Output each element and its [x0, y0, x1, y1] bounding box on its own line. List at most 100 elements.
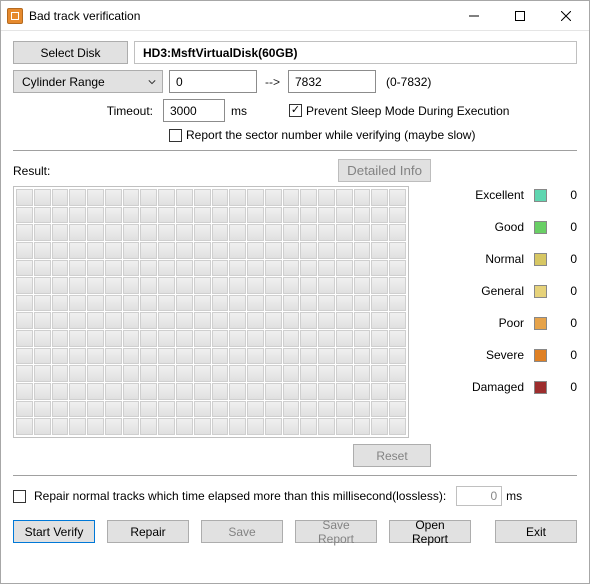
grid-cell [176, 330, 193, 347]
grid-cell [247, 224, 264, 241]
app-icon [7, 8, 23, 24]
grid-cell [389, 260, 406, 277]
save-button[interactable]: Save [201, 520, 283, 543]
grid-cell [336, 207, 353, 224]
grid-cell [354, 207, 371, 224]
grid-cell [300, 365, 317, 382]
detailed-info-button[interactable]: Detailed Info [338, 159, 431, 182]
grid-cell [212, 401, 229, 418]
grid-cell [194, 207, 211, 224]
grid-cell [300, 277, 317, 294]
grid-cell [354, 418, 371, 435]
prevent-sleep-checkbox[interactable] [289, 104, 302, 117]
grid-cell [283, 189, 300, 206]
grid-cell [176, 348, 193, 365]
grid-cell [247, 418, 264, 435]
minimize-button[interactable] [451, 1, 497, 30]
grid-cell [318, 312, 335, 329]
report-sector-checkbox[interactable] [169, 129, 182, 142]
grid-cell [69, 207, 86, 224]
close-button[interactable] [543, 1, 589, 30]
grid-cell [16, 260, 33, 277]
repair-threshold-row[interactable]: Repair normal tracks which time elapsed … [13, 486, 577, 506]
window: Bad track verification Select Disk HD3:M… [0, 0, 590, 584]
grid-cell [371, 365, 388, 382]
legend-swatch [534, 285, 547, 298]
grid-cell [229, 295, 246, 312]
grid-cell [389, 330, 406, 347]
repair-button[interactable]: Repair [107, 520, 189, 543]
grid-cell [318, 260, 335, 277]
grid-cell [69, 295, 86, 312]
start-verify-button[interactable]: Start Verify [13, 520, 95, 543]
repair-threshold-checkbox[interactable] [13, 490, 26, 503]
grid-cell [16, 207, 33, 224]
grid-cell [300, 383, 317, 400]
grid-cell [16, 242, 33, 259]
grid-cell [212, 207, 229, 224]
maximize-button[interactable] [497, 1, 543, 30]
grid-cell [247, 207, 264, 224]
grid-cell [371, 418, 388, 435]
grid-cell [34, 312, 51, 329]
legend-row: General0 [433, 284, 577, 298]
grid-cell [140, 242, 157, 259]
grid-cell [16, 189, 33, 206]
grid-cell [247, 348, 264, 365]
grid-cell [140, 330, 157, 347]
grid-cell [318, 365, 335, 382]
grid-cell [371, 348, 388, 365]
close-icon [561, 11, 571, 21]
grid-cell [265, 207, 282, 224]
range-mode-dropdown[interactable]: Cylinder Range [13, 70, 163, 93]
grid-cell [123, 383, 140, 400]
grid-cell [371, 224, 388, 241]
range-from-input[interactable] [169, 70, 257, 93]
grid-cell [69, 418, 86, 435]
grid-cell [158, 312, 175, 329]
grid-cell [300, 224, 317, 241]
grid-cell [176, 312, 193, 329]
prevent-sleep-row[interactable]: Prevent Sleep Mode During Execution [289, 104, 509, 118]
repair-threshold-value[interactable]: 0 [456, 486, 502, 506]
legend-name: Poor [499, 316, 524, 330]
grid-cell [34, 189, 51, 206]
grid-cell [105, 312, 122, 329]
grid-cell [336, 418, 353, 435]
grid-cell [212, 383, 229, 400]
report-sector-row[interactable]: Report the sector number while verifying… [169, 128, 475, 142]
grid-cell [389, 207, 406, 224]
legend-count: 0 [557, 284, 577, 298]
grid-cell [212, 348, 229, 365]
grid-cell [247, 401, 264, 418]
grid-cell [318, 295, 335, 312]
grid-cell [34, 401, 51, 418]
grid-cell [318, 277, 335, 294]
grid-cell [283, 295, 300, 312]
save-report-button[interactable]: Save Report [295, 520, 377, 543]
grid-cell [336, 224, 353, 241]
open-report-button[interactable]: Open Report [389, 520, 471, 543]
legend-row: Poor0 [433, 316, 577, 330]
grid-cell [140, 418, 157, 435]
grid-cell [371, 312, 388, 329]
range-to-input[interactable] [288, 70, 376, 93]
grid-cell [176, 418, 193, 435]
grid-cell [283, 401, 300, 418]
reset-button[interactable]: Reset [353, 444, 431, 467]
grid-cell [87, 277, 104, 294]
range-hint: (0-7832) [386, 75, 431, 89]
grid-cell [176, 224, 193, 241]
grid-cell [212, 418, 229, 435]
select-disk-button[interactable]: Select Disk [13, 41, 128, 64]
grid-cell [194, 260, 211, 277]
grid-cell [87, 224, 104, 241]
legend-count: 0 [557, 252, 577, 266]
grid-cell [158, 330, 175, 347]
grid-cell [87, 401, 104, 418]
timeout-input[interactable] [163, 99, 225, 122]
grid-cell [123, 189, 140, 206]
grid-cell [354, 260, 371, 277]
grid-cell [69, 189, 86, 206]
exit-button[interactable]: Exit [495, 520, 577, 543]
